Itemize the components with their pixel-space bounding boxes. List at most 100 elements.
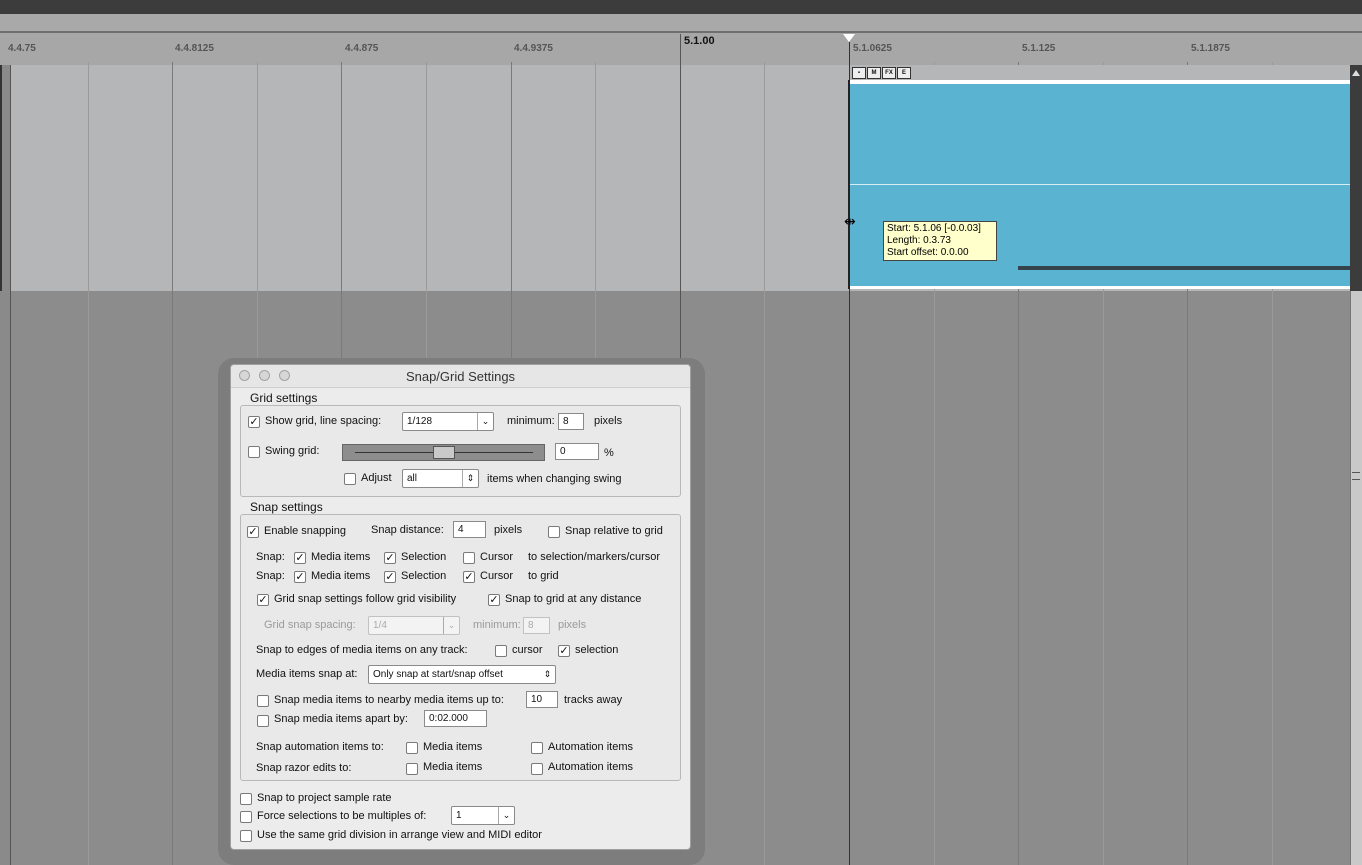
row1-cursor-checkbox[interactable] [463,552,475,564]
follow-grid-checkbox[interactable]: ✓ [257,594,269,606]
grid-settings-heading: Grid settings [250,391,318,405]
media-item-header [850,65,1350,81]
grid-snap-min-input[interactable]: 8 [523,617,550,634]
any-distance-checkbox[interactable]: ✓ [488,594,500,606]
row2-media-checkbox[interactable]: ✓ [294,571,306,583]
fx-button[interactable]: FX [882,67,896,79]
row1-media-label: Media items [311,551,371,563]
lock-icon[interactable]: ▪ [852,67,866,79]
apart-checkbox[interactable] [257,715,269,727]
row1-suffix: to selection/markers/cursor [528,551,661,563]
row2-selection-checkbox[interactable]: ✓ [384,571,396,583]
razor-media-checkbox[interactable] [406,763,418,775]
media-item-left-edge[interactable] [848,80,850,289]
sample-rate-checkbox[interactable] [240,793,252,805]
edges-cursor-label: cursor [512,644,543,656]
swing-slider[interactable] [342,444,545,461]
tooltip-start: Start: 5.1.06 [-0.0.03] [887,223,981,234]
row1-selection-checkbox[interactable]: ✓ [384,552,396,564]
snap-relative-checkbox[interactable] [548,526,560,538]
adjust-suffix-label: items when changing swing [487,473,622,485]
nearby-label: Snap media items to nearby media items u… [274,694,504,706]
snap-at-label: Media items snap at: [256,668,358,680]
show-grid-checkbox[interactable]: ✓ [248,416,260,428]
dialog-titlebar[interactable]: Snap/Grid Settings [231,365,690,388]
edges-cursor-checkbox[interactable] [495,645,507,657]
row1-media-checkbox[interactable]: ✓ [294,552,306,564]
automation-label: Snap automation items to: [256,741,384,753]
row2-media-label: Media items [311,570,371,582]
updown-icon: ⇕ [543,669,552,679]
mute-button[interactable]: M [867,67,881,79]
adjust-select-value: all [407,473,418,484]
razor-auto-checkbox[interactable] [531,763,543,775]
snap-distance-label: Snap distance: [371,524,444,536]
row1-cursor-label: Cursor [480,551,514,563]
razor-auto-label: Automation items [548,761,633,773]
automation-media-label: Media items [423,741,483,753]
chevron-down-icon: ⌄ [477,413,493,430]
grid-snap-min-label: minimum: [473,619,521,631]
multiples-checkbox[interactable] [240,811,252,823]
pixels-label: pixels [594,415,623,427]
grid-line [764,62,765,865]
same-grid-label: Use the same grid division in arrange vi… [257,829,542,841]
edit-cursor-marker[interactable] [843,34,855,42]
top-bar [0,0,1362,14]
edges-selection-checkbox[interactable]: ✓ [558,645,570,657]
adjust-checkbox[interactable] [344,473,356,485]
apart-input[interactable]: 0:02.000 [424,710,487,727]
line-spacing-value: 1/128 [407,416,433,427]
ruler-label: 4.4.75 [8,43,36,54]
grid-snap-pixels: pixels [558,619,587,631]
ruler-label: 5.1.0625 [853,43,892,54]
snap-relative-label: Snap relative to grid [565,525,663,537]
media-item-divider [850,184,1350,185]
enable-snapping-label: Enable snapping [264,525,346,537]
envelope-button[interactable]: E [897,67,911,79]
adjust-label: Adjust [361,472,392,484]
minimum-label: minimum: [507,415,555,427]
grid-line [172,62,173,865]
edges-selection-label: selection [575,644,619,656]
ruler-label: 5.1.1875 [1191,43,1230,54]
item-info-tooltip: Start: 5.1.06 [-0.0.03] Length: 0.3.73 S… [883,221,997,261]
snap-at-select[interactable]: Only snap at start/snap offset ⇕ [368,665,556,684]
row2-cursor-checkbox[interactable]: ✓ [463,571,475,583]
same-grid-checkbox[interactable] [240,830,252,842]
scroll-grip-icon[interactable] [1352,472,1360,480]
resize-cursor-icon: ⇹ [844,213,856,229]
timeline-ruler[interactable]: 4.4.75 4.4.8125 4.4.875 4.4.9375 5.1.00 … [0,31,1362,65]
snap-distance-input[interactable]: 4 [453,521,486,538]
enable-snapping-checkbox[interactable]: ✓ [247,526,259,538]
razor-media-label: Media items [423,761,483,773]
adjust-select[interactable]: all ⇕ [402,469,479,488]
tooltip-offset: Start offset: 0.0.00 [887,247,969,258]
multiples-select[interactable]: 1 ⌄ [451,806,515,825]
snap-at-value: Only snap at start/snap offset [373,669,503,680]
scroll-up-icon[interactable] [1352,70,1360,76]
nearby-tracks-input[interactable]: 10 [526,691,558,708]
nearby-checkbox[interactable] [257,695,269,707]
multiples-value: 1 [456,810,462,821]
swing-grid-checkbox[interactable] [248,446,260,458]
top-gap [0,14,1362,31]
grid-minimum-input[interactable]: 8 [558,413,584,430]
updown-icon: ⇕ [462,470,478,487]
grid-snap-spacing-select[interactable]: 1/4 ⌄ [368,616,460,635]
swing-slider-thumb[interactable] [433,446,455,459]
nearby-suffix: tracks away [564,694,623,706]
dialog-title: Snap/Grid Settings [405,369,516,384]
scrollbar-thumb[interactable] [1350,65,1362,291]
razor-label: Snap razor edits to: [256,762,352,774]
grid-snap-spacing-label: Grid snap spacing: [264,619,356,631]
line-spacing-select[interactable]: 1/128 ⌄ [402,412,494,431]
automation-media-checkbox[interactable] [406,742,418,754]
multiples-label: Force selections to be multiples of: [257,810,427,822]
grid-snap-spacing-value: 1/4 [373,620,387,631]
row2-cursor-label: Cursor [480,570,514,582]
swing-value-input[interactable]: 0 [555,443,599,460]
automation-auto-checkbox[interactable] [531,742,543,754]
apart-label: Snap media items apart by: [274,713,408,725]
tooltip-length: Length: 0.3.73 [887,235,951,246]
